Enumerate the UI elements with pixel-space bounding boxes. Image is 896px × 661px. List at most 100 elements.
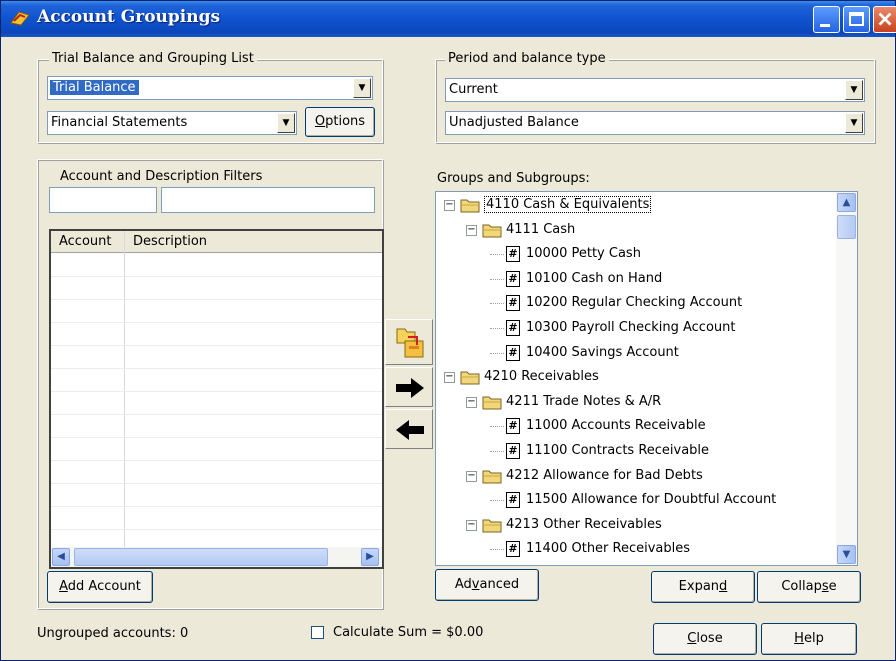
tree-node-label: 10400 Savings Account bbox=[526, 344, 679, 360]
account-groupings-window: Account Groupings Trial Balance and Grou… bbox=[0, 0, 896, 661]
group-move-button[interactable] bbox=[385, 319, 433, 365]
horizontal-scrollbar[interactable]: ◀ ▶ bbox=[51, 547, 382, 567]
expand-mnemonic: d bbox=[719, 579, 728, 594]
add-to-group-button[interactable] bbox=[385, 367, 433, 407]
balance-type-select-value: Unadjusted Balance bbox=[449, 115, 579, 130]
tree-connector bbox=[490, 254, 504, 256]
tree-node-label: 10100 Cash on Hand bbox=[526, 270, 663, 286]
vertical-scrollbar[interactable]: ▲ ▼ bbox=[836, 192, 857, 565]
tree-node-label: 11500 Allowance for Doubtful Account bbox=[526, 492, 777, 508]
tree-account-node[interactable]: #10000 Petty Cash bbox=[436, 243, 834, 265]
tree-account-node[interactable]: #11400 Other Receivables bbox=[436, 538, 834, 560]
collapse-button[interactable]: Collapse bbox=[757, 571, 861, 603]
grouping-list-select[interactable]: Financial Statements ▼ bbox=[47, 111, 297, 135]
tree-node-label: 4212 Allowance for Bad Debts bbox=[506, 467, 703, 483]
tree-account-node[interactable]: #11100 Contracts Receivable bbox=[436, 440, 834, 462]
app-icon bbox=[10, 11, 30, 26]
tree-account-node[interactable]: #10400 Savings Account bbox=[436, 342, 834, 364]
collapse-toggle-icon[interactable]: − bbox=[444, 372, 455, 384]
collapse-toggle-icon[interactable]: − bbox=[466, 470, 477, 482]
scroll-left-icon[interactable]: ◀ bbox=[52, 548, 70, 566]
chevron-down-icon[interactable]: ▼ bbox=[845, 113, 863, 133]
account-list-header: Account Description bbox=[51, 231, 382, 253]
tree-node-label: 4210 Receivables bbox=[484, 369, 599, 385]
tree-account-node[interactable]: #11000 Accounts Receivable bbox=[436, 415, 834, 437]
column-header-account[interactable]: Account bbox=[59, 234, 112, 249]
account-filter-input[interactable] bbox=[49, 187, 157, 213]
advanced-label-a: Ad bbox=[454, 577, 472, 592]
options-mnemonic: O bbox=[314, 114, 326, 129]
close-mnemonic: C bbox=[687, 631, 697, 646]
scroll-up-icon[interactable]: ▲ bbox=[837, 193, 856, 212]
options-button[interactable]: Options bbox=[305, 107, 375, 137]
calculate-sum-checkbox[interactable] bbox=[311, 626, 324, 639]
chevron-down-icon[interactable]: ▼ bbox=[277, 113, 295, 133]
help-button[interactable]: Help bbox=[761, 623, 857, 655]
tree-connector bbox=[490, 328, 504, 329]
account-icon: # bbox=[506, 541, 520, 558]
tree-group-node[interactable]: − 4111 Cash bbox=[436, 219, 834, 241]
trial-balance-group-label: Trial Balance and Grouping List bbox=[49, 51, 257, 66]
tree-group-node[interactable]: − 4213 Other Receivables bbox=[436, 514, 834, 536]
expand-button[interactable]: Expand bbox=[651, 571, 755, 603]
tree-group-node[interactable]: − 4210 Receivables bbox=[436, 366, 834, 388]
add-account-button[interactable]: Add Account bbox=[47, 571, 153, 603]
period-select[interactable]: Current ▼ bbox=[445, 78, 865, 102]
ungrouped-count: Ungrouped accounts: 0 bbox=[37, 626, 189, 641]
close-icon bbox=[878, 12, 892, 26]
folder-icon bbox=[482, 519, 502, 533]
chevron-down-icon[interactable]: ▼ bbox=[845, 80, 863, 100]
trial-balance-select[interactable]: Trial Balance ▼ bbox=[47, 76, 373, 100]
tree-account-node[interactable]: #10300 Payroll Checking Account bbox=[436, 317, 834, 339]
column-divider bbox=[124, 231, 125, 549]
description-filter-input[interactable] bbox=[161, 187, 375, 213]
tree-group-node[interactable]: − 4212 Allowance for Bad Debts bbox=[436, 465, 834, 487]
scroll-right-icon[interactable]: ▶ bbox=[361, 548, 379, 566]
minimize-button[interactable] bbox=[813, 6, 840, 33]
collapse-toggle-icon[interactable]: − bbox=[444, 200, 455, 211]
tree-account-node[interactable]: #10100 Cash on Hand bbox=[436, 268, 834, 290]
tree-node-label: 11000 Accounts Receivable bbox=[526, 418, 706, 434]
account-icon: # bbox=[506, 246, 520, 263]
period-group-label: Period and balance type bbox=[445, 51, 609, 66]
remove-from-group-button[interactable] bbox=[385, 409, 433, 449]
close-label: lose bbox=[696, 631, 723, 646]
scroll-down-icon[interactable]: ▼ bbox=[837, 545, 856, 564]
column-header-description[interactable]: Description bbox=[133, 234, 207, 249]
minimize-icon bbox=[820, 24, 830, 27]
advanced-button[interactable]: Advanced bbox=[435, 569, 539, 601]
collapse-mnemonic: s bbox=[821, 579, 829, 594]
help-mnemonic: H bbox=[794, 631, 804, 646]
tree-node-label: 10200 Regular Checking Account bbox=[526, 295, 743, 311]
advanced-label-b: anced bbox=[479, 577, 520, 592]
close-button[interactable]: Close bbox=[653, 623, 757, 655]
maximize-button[interactable] bbox=[843, 6, 870, 33]
filters-group-label: Account and Description Filters bbox=[57, 169, 266, 184]
collapse-toggle-icon[interactable]: − bbox=[466, 224, 477, 236]
groups-tree[interactable]: −4110 Cash & Equivalents −4111 Cash #10000… bbox=[435, 191, 858, 566]
tree-group-node[interactable]: − 4211 Trade Notes & A/R bbox=[436, 391, 834, 413]
title-bar[interactable]: Account Groupings bbox=[1, 1, 896, 37]
scroll-thumb[interactable] bbox=[837, 215, 856, 239]
tree-account-node[interactable]: #10200 Regular Checking Account bbox=[436, 292, 834, 314]
calculate-sum-label: Calculate Sum = $0.00 bbox=[333, 625, 484, 640]
account-icon: # bbox=[506, 344, 520, 361]
close-window-button[interactable] bbox=[873, 6, 896, 33]
tree-connector bbox=[490, 303, 504, 305]
collapse-toggle-icon[interactable]: − bbox=[466, 519, 477, 531]
tree-node-label: 10000 Petty Cash bbox=[526, 246, 641, 262]
scroll-thumb[interactable] bbox=[74, 548, 328, 566]
folder-icon bbox=[482, 396, 502, 410]
chevron-down-icon[interactable]: ▼ bbox=[353, 78, 371, 98]
collapse-toggle-icon[interactable]: − bbox=[466, 396, 477, 408]
tree-connector bbox=[490, 500, 504, 502]
account-icon: # bbox=[506, 443, 520, 459]
arrow-left-icon bbox=[396, 420, 424, 440]
folder-move-icon bbox=[396, 328, 424, 358]
tree-connector bbox=[490, 278, 504, 280]
tree-connector bbox=[490, 451, 504, 452]
balance-type-select[interactable]: Unadjusted Balance ▼ bbox=[445, 111, 865, 135]
tree-account-node[interactable]: #11500 Allowance for Doubtful Account bbox=[436, 489, 834, 511]
account-list[interactable]: Account Description ◀ ▶ bbox=[49, 229, 384, 569]
tree-group-node[interactable]: − 4110 Cash & Equivalents bbox=[436, 194, 834, 216]
